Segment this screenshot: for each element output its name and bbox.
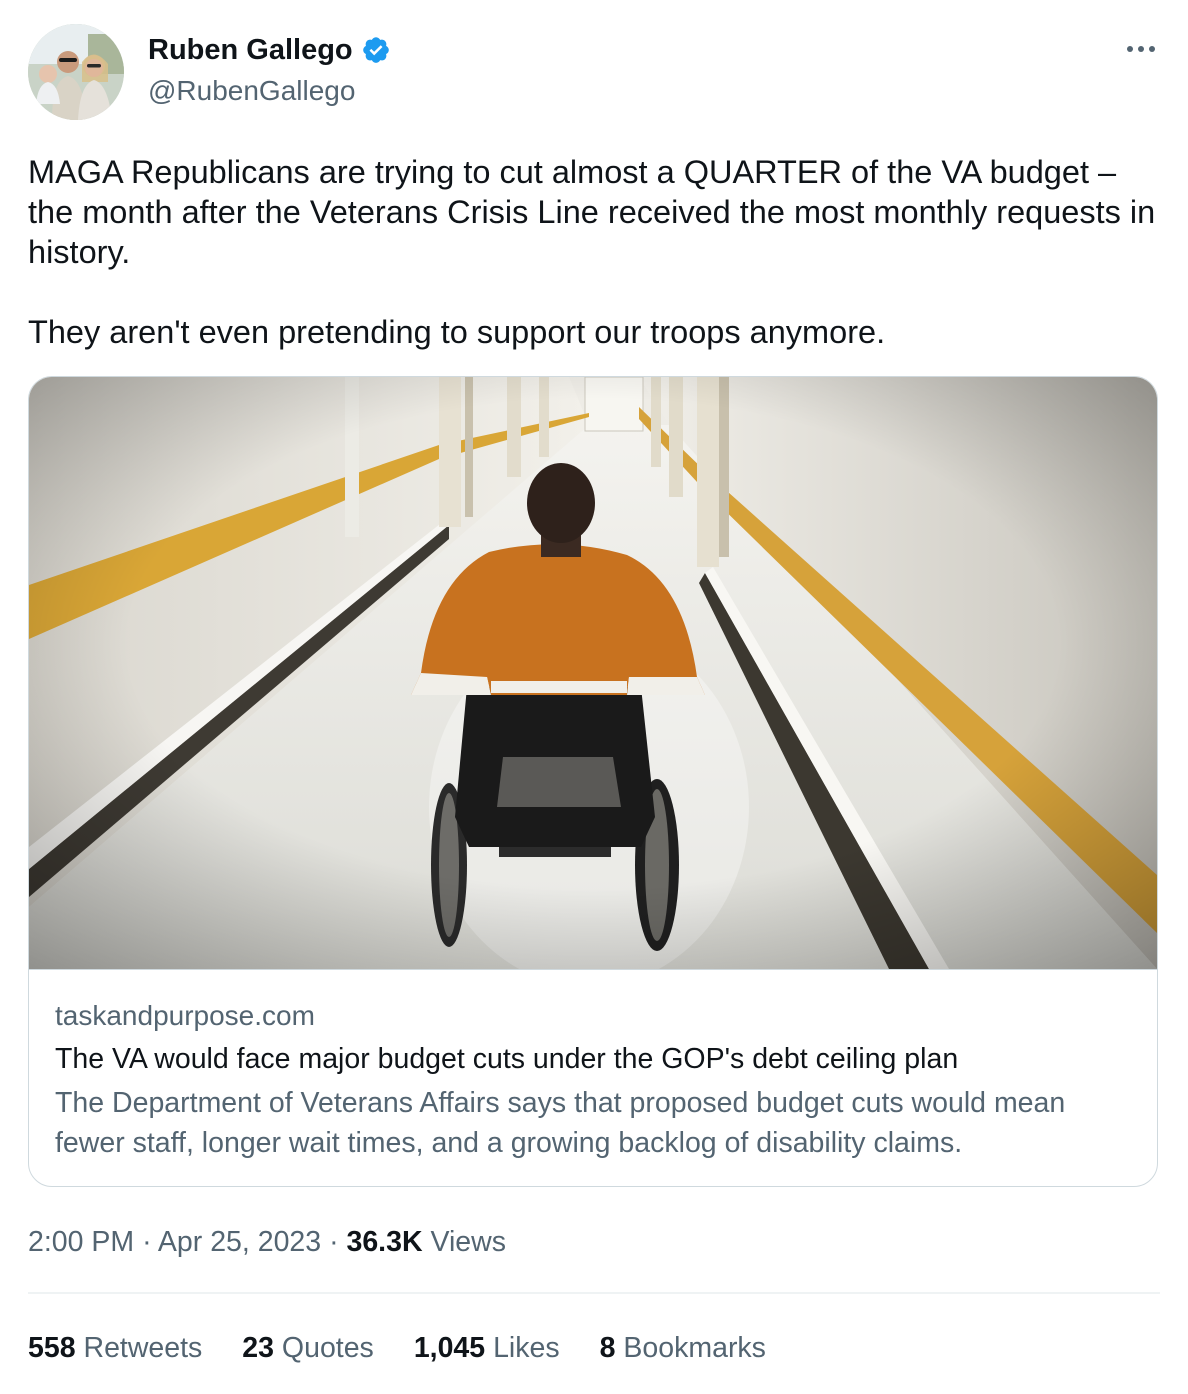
more-options-icon[interactable]: [1124, 34, 1158, 64]
stat-quotes[interactable]: 23 Quotes: [242, 1328, 374, 1368]
author-handle[interactable]: @RubenGallego: [148, 74, 355, 108]
author-name[interactable]: Ruben Gallego: [148, 32, 353, 68]
tweet: Ruben Gallego @RubenGallego MAGA Republi…: [0, 0, 1188, 1394]
stat-bookmarks[interactable]: 8 Bookmarks: [600, 1328, 766, 1368]
stat-count: 558: [28, 1332, 76, 1364]
link-preview-card[interactable]: taskandpurpose.com The VA would face maj…: [28, 376, 1158, 1187]
stat-likes[interactable]: 1,045 Likes: [414, 1328, 560, 1368]
views-label: Views: [430, 1226, 506, 1258]
hospital-hallway-wheelchair-photo-icon: [29, 377, 1157, 969]
tweet-paragraph: They aren't even pretending to support o…: [28, 314, 886, 350]
card-description: The Department of Veterans Affairs says …: [55, 1087, 1066, 1159]
tweet-time[interactable]: 2:00 PM: [28, 1226, 134, 1258]
engagement-stats: 558 Retweets 23 Quotes 1,045 Likes 8 Boo…: [28, 1328, 766, 1368]
meta-separator: ·: [142, 1226, 152, 1258]
divider: [28, 1292, 1160, 1294]
card-title: The VA would face major budget cuts unde…: [55, 1043, 959, 1075]
tweet-meta: 2:00 PM · Apr 25, 2023 · 36.3K Views: [28, 1222, 506, 1262]
stat-count: 1,045: [413, 1332, 486, 1364]
stat-label: Quotes: [281, 1332, 374, 1364]
stat-count: 8: [599, 1332, 616, 1364]
stat-label: Bookmarks: [623, 1332, 766, 1364]
stat-label: Likes: [493, 1332, 560, 1364]
avatar[interactable]: [28, 24, 124, 120]
tweet-paragraph: MAGA Republicans are trying to cut almos…: [28, 154, 1156, 270]
card-domain: taskandpurpose.com: [55, 1000, 315, 1031]
verified-badge-icon: [361, 35, 391, 65]
card-image[interactable]: [29, 377, 1157, 970]
stat-retweets[interactable]: 558 Retweets: [28, 1328, 202, 1368]
tweet-date[interactable]: Apr 25, 2023: [158, 1226, 321, 1258]
views-count: 36.3K: [346, 1226, 423, 1258]
stat-count: 23: [242, 1332, 274, 1364]
stat-label: Retweets: [83, 1332, 203, 1364]
author-name-row: Ruben Gallego: [148, 32, 391, 68]
profile-photo-icon: [28, 24, 124, 120]
meta-separator: ·: [329, 1226, 339, 1258]
tweet-text: MAGA Republicans are trying to cut almos…: [28, 152, 1164, 352]
